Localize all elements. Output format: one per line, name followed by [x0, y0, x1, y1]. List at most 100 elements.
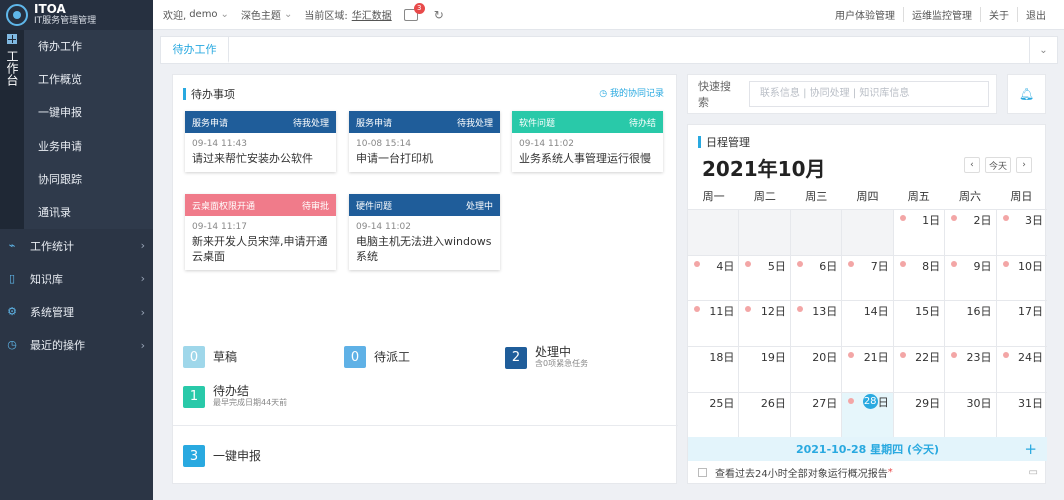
comment-icon[interactable]: ▭: [1029, 467, 1038, 478]
task-card[interactable]: 服务申请 待我处理 09-14 11:43 请过来帮忙安装办公软件: [185, 111, 336, 172]
link-user-experience[interactable]: 用户体验管理: [827, 7, 903, 22]
add-event-icon[interactable]: +: [1024, 440, 1037, 458]
stat-count: 2: [505, 346, 527, 369]
sidebar-item-contacts[interactable]: 通讯录: [24, 196, 153, 229]
calendar-day[interactable]: 28 日: [841, 392, 893, 438]
calendar-day[interactable]: 3日: [995, 210, 1047, 255]
task-text: 申请一台打印机: [356, 152, 433, 165]
day-number: 11日: [709, 305, 735, 319]
task-card[interactable]: 云桌面权限开通 待审批 09-14 11:17 新来开发人员宋萍,申请开通云桌面: [185, 194, 336, 270]
region-link[interactable]: 华汇数据: [352, 7, 392, 22]
calendar-day[interactable]: 8日: [892, 255, 944, 301]
calendar-grid: 周一 周二 周三 周四 周五 周六 周日 1日 2日 3日 4日 5日 6日 7日 8日 9日 10日 11日 1…: [688, 185, 1047, 438]
quick-report[interactable]: 3 一键申报: [183, 445, 261, 467]
sidebar-item-recent[interactable]: ◷ 最近的操作 ›: [0, 329, 153, 362]
prev-month-button[interactable]: ‹: [963, 157, 980, 173]
calendar-week: 11日 12日 13日 14日 15日 16日 17日: [688, 300, 1047, 347]
calendar-day[interactable]: 27日: [789, 392, 841, 438]
my-records-label: 我的协同记录: [609, 89, 664, 99]
nav-label: 系统管理: [30, 306, 74, 320]
stat-label: 待派工: [374, 349, 411, 364]
calendar-day[interactable]: 29日: [892, 392, 944, 438]
calendar-day[interactable]: 7日: [841, 255, 892, 301]
workbench-rail[interactable]: 工作台: [0, 30, 24, 230]
my-collab-records-link[interactable]: ◷ 我的协同记录: [599, 86, 664, 99]
calendar-day[interactable]: 16日: [944, 301, 995, 347]
task-card[interactable]: 硬件问题 处理中 09-14 11:02 电脑主机无法进入windows系统: [349, 194, 500, 270]
calendar-day[interactable]: 22日: [892, 347, 944, 392]
link-about[interactable]: 关于: [980, 7, 1017, 22]
calendar-day[interactable]: 19日: [738, 347, 789, 392]
sidebar-item-work-stats[interactable]: ⌁ 工作统计 ›: [0, 229, 153, 262]
calendar-day[interactable]: 6日: [789, 255, 841, 301]
tab-todo[interactable]: 待办工作: [161, 37, 229, 63]
user-name[interactable]: demo: [189, 9, 217, 20]
sidebar-item-collab-track[interactable]: 协同跟踪: [24, 163, 153, 196]
search-input[interactable]: 联系信息 | 协同处理 | 知识库信息: [748, 81, 989, 107]
stat-pending-close[interactable]: 1 待办结 最早完成日期44天前: [183, 385, 287, 408]
calendar-day[interactable]: 17日: [995, 301, 1047, 347]
calendar-empty-cell: [789, 210, 842, 255]
calendar-day[interactable]: 21日: [841, 347, 892, 392]
sidebar-item-knowledge[interactable]: ▯ 知识库 ›: [0, 262, 153, 295]
calendar-day[interactable]: 26日: [738, 392, 789, 438]
day-number: 10日: [1017, 259, 1043, 273]
stat-pending-dispatch[interactable]: 0 待派工: [344, 346, 410, 368]
stat-count: 0: [183, 346, 205, 368]
calendar-day[interactable]: 30日: [944, 392, 995, 438]
calendar-day[interactable]: 10日: [995, 255, 1047, 301]
event-dot: [1002, 352, 1009, 359]
event-item[interactable]: 查看过去24小时全部对象运行概况报告 * ▭: [698, 465, 1038, 480]
calendar-day[interactable]: 5日: [738, 255, 789, 301]
task-card[interactable]: 服务申请 待我处理 10-08 15:14 申请一台打印机: [349, 111, 500, 172]
rail-label: 工作台: [5, 50, 19, 86]
today-button[interactable]: 今天: [984, 157, 1011, 173]
calendar-day[interactable]: 9日: [944, 255, 995, 301]
task-card[interactable]: 软件问题 待办结 09-14 11:02 业务系统人事管理运行很慢: [512, 111, 663, 172]
sidebar-item-business-apply[interactable]: 业务申请: [24, 130, 153, 163]
calendar-day[interactable]: 20日: [789, 347, 841, 392]
task-category: 服务申请: [192, 118, 229, 129]
calendar-day[interactable]: 1日: [892, 210, 944, 255]
weekday-label: 周三: [805, 190, 828, 203]
event-dot: [745, 306, 752, 313]
task-category: 硬件问题: [356, 201, 393, 212]
refresh-icon[interactable]: ↻: [434, 8, 444, 22]
theme-select[interactable]: 深色主题 ⌄: [241, 7, 292, 22]
event-dot: [951, 215, 958, 221]
notification-button[interactable]: 🔔︎: [1007, 74, 1046, 114]
chevron-down-icon: ⌄: [220, 9, 229, 20]
link-logout[interactable]: 退出: [1017, 7, 1054, 22]
link-ops-monitor[interactable]: 运维监控管理: [903, 7, 980, 22]
sidebar-item-system[interactable]: ⚙ 系统管理 ›: [0, 296, 153, 329]
calendar-day[interactable]: 13日: [789, 301, 841, 347]
task-category: 云桌面权限开通: [192, 201, 256, 212]
clock-icon: ◷: [599, 89, 610, 99]
calendar-day[interactable]: 2日: [944, 210, 995, 255]
calendar-day[interactable]: 25日: [688, 393, 738, 438]
calendar-day[interactable]: 18日: [688, 347, 738, 392]
calendar-day[interactable]: 11日: [688, 301, 738, 346]
calendar-day[interactable]: 15日: [892, 301, 944, 347]
event-dot: [899, 215, 906, 221]
task-text: 新来开发人员宋萍,申请开通云桌面: [192, 235, 328, 263]
calendar-day[interactable]: 24日: [995, 347, 1047, 392]
next-month-button[interactable]: ›: [1016, 157, 1032, 173]
stat-processing[interactable]: 2 处理中 含0项紧急任务: [505, 346, 588, 369]
stat-draft[interactable]: 0 草稿: [183, 346, 237, 368]
calendar-day[interactable]: 14日: [841, 301, 892, 347]
calendar-day[interactable]: 23日: [944, 347, 995, 392]
sidebar-item-quick-report[interactable]: 一键申报: [24, 96, 153, 129]
calendar-day[interactable]: 31日: [995, 392, 1047, 438]
message-icon[interactable]: 3: [403, 2, 425, 21]
sidebar-item-todo[interactable]: 待办工作: [24, 30, 153, 63]
logo-icon: [6, 4, 28, 26]
calendar-day[interactable]: 4日: [688, 256, 738, 301]
stat-label: 处理中: [535, 345, 572, 359]
day-number: 14日: [863, 305, 889, 319]
calendar-day[interactable]: 12日: [738, 301, 789, 347]
task-status: 处理中: [465, 201, 493, 212]
event-checkbox[interactable]: [698, 468, 707, 477]
sidebar-item-overview[interactable]: 工作概览: [24, 63, 153, 96]
tab-dropdown[interactable]: ⌄: [1029, 37, 1057, 63]
